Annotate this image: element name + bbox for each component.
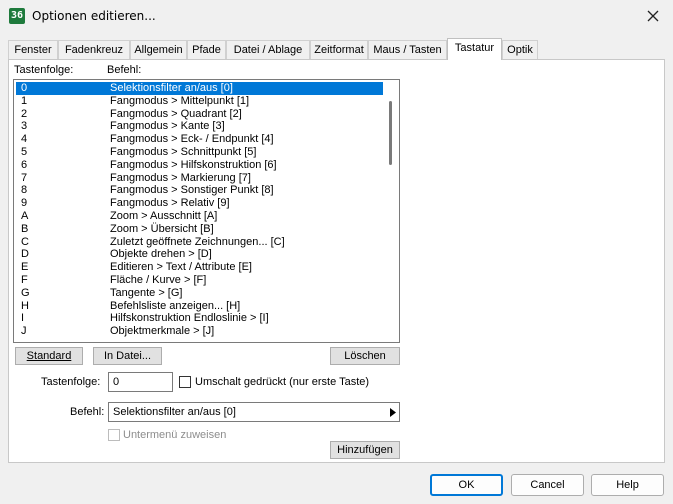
list-item[interactable]: C Zuletzt geöffnete Zeichnungen... [C] — [16, 236, 383, 249]
list-item-key: B — [21, 222, 29, 235]
list-item[interactable]: 8 Fangmodus > Sonstiger Punkt [8] — [16, 184, 383, 197]
shortcut-list[interactable]: 0 Selektionsfilter an/aus [0] 1 Fangmodus >… — [13, 79, 400, 343]
list-item-key: 0 — [21, 82, 28, 94]
list-item[interactable]: I Hilfskonstruktion Endloslinie > [I] — [16, 312, 383, 325]
list-item-command: Fangmodus > Schnittpunkt [5] — [110, 146, 257, 158]
ok-button[interactable]: OK — [430, 474, 503, 496]
list-item-key: G — [21, 286, 30, 299]
list-item-key: 1 — [21, 94, 28, 107]
list-item-command: Fangmodus > Sonstiger Punkt [8] — [110, 184, 274, 197]
list-item-key: 3 — [21, 120, 28, 133]
chevron-right-icon — [390, 408, 396, 417]
close-icon[interactable] — [643, 6, 663, 26]
tab-allgemein[interactable]: Allgemein — [130, 40, 187, 59]
untermenu-checkbox[interactable] — [108, 429, 120, 441]
list-item-command: Zoom > Übersicht [B] — [110, 222, 214, 235]
list-item[interactable]: 5 Fangmodus > Schnittpunkt [5] — [16, 146, 383, 159]
list-item-command: Fangmodus > Eck- / Endpunkt [4] — [110, 133, 274, 146]
list-item[interactable]: 3 Fangmodus > Kante [3] — [16, 120, 383, 133]
list-item-command: Zoom > Ausschnitt [A] — [110, 210, 218, 222]
tab-maus-tasten[interactable]: Maus / Tasten — [368, 40, 447, 59]
list-item[interactable]: F Fläche / Kurve > [F] — [16, 274, 383, 287]
untermenu-label: Untermenü zuweisen — [123, 429, 227, 441]
help-button[interactable]: Help — [591, 474, 664, 496]
umschalt-label: Umschalt gedrückt (nur erste Taste) — [195, 376, 370, 388]
tab-zeitformat[interactable]: Zeitformat — [310, 40, 368, 59]
list-item-key: F — [21, 274, 28, 286]
list-item[interactable]: J Objektmerkmale > [J] — [16, 325, 383, 338]
window-title: Optionen editieren... — [32, 9, 156, 23]
list-item-key: A — [21, 210, 29, 222]
list-item[interactable]: 0 Selektionsfilter an/aus [0] — [15, 81, 384, 96]
list-item-key: C — [21, 235, 29, 248]
list-item-key: E — [21, 261, 29, 274]
list-item-key: H — [21, 299, 29, 312]
app-icon: 36 — [9, 8, 25, 24]
title-bar: 36 Optionen editieren... — [0, 0, 673, 32]
list-item-key: 4 — [21, 133, 28, 146]
list-item[interactable]: D Objekte drehen > [D] — [16, 248, 383, 261]
list-item-command: Selektionsfilter an/aus [0] — [110, 82, 233, 94]
list-header-key: Tastenfolge: — [14, 64, 74, 76]
loeschen-button[interactable]: Löschen — [330, 347, 400, 365]
list-item-key: 2 — [21, 107, 28, 120]
list-item-command: Fangmodus > Relativ [9] — [110, 197, 230, 210]
tab-optik[interactable]: Optik — [502, 40, 538, 59]
list-item-command: Fangmodus > Mittelpunkt [1] — [110, 94, 250, 107]
tastenfolge-label: Tastenfolge: — [41, 376, 101, 388]
list-item-key: J — [21, 325, 27, 338]
list-item-command: Objekte drehen > [D] — [110, 248, 212, 261]
list-item[interactable]: G Tangente > [G] — [16, 287, 383, 300]
befehl-label: Befehl: — [70, 406, 105, 418]
list-item[interactable]: 9 Fangmodus > Relativ [9] — [16, 197, 383, 210]
list-item-command: Fangmodus > Hilfskonstruktion [6] — [110, 158, 277, 171]
hinzufuegen-button[interactable]: Hinzufügen — [330, 441, 400, 459]
list-item-key: I — [21, 312, 25, 325]
list-item[interactable]: 4 Fangmodus > Eck- / Endpunkt [4] — [16, 133, 383, 146]
standard-button[interactable]: Standard — [15, 347, 83, 365]
list-item-key: 8 — [21, 184, 28, 197]
list-item[interactable]: B Zoom > Übersicht [B] — [16, 223, 383, 236]
cancel-button[interactable]: Cancel — [511, 474, 584, 496]
list-item-command: Fangmodus > Kante [3] — [110, 120, 225, 133]
list-item[interactable]: A Zoom > Ausschnitt [A] — [16, 210, 383, 223]
list-item-command: Befehlsliste anzeigen... [H] — [110, 299, 241, 312]
list-item-key: 7 — [21, 171, 28, 184]
list-item[interactable]: 1 Fangmodus > Mittelpunkt [1] — [16, 95, 383, 108]
standard-label: Standard — [26, 350, 72, 362]
befehl-select[interactable]: Selektionsfilter an/aus [0] — [108, 402, 400, 422]
tab-datei-ablage[interactable]: Datei / Ablage — [226, 40, 310, 59]
list-header-command: Befehl: — [107, 64, 142, 76]
scrollbar-thumb[interactable] — [389, 101, 392, 165]
list-item-key: 5 — [21, 146, 28, 158]
tab-tastatur[interactable]: Tastatur — [447, 38, 502, 60]
tastenfolge-input[interactable]: 0 — [108, 372, 173, 392]
list-item-key: D — [21, 248, 29, 261]
list-item-command: Tangente > [G] — [110, 286, 183, 299]
list-item-command: Objektmerkmale > [J] — [110, 325, 215, 338]
list-item-command: Fangmodus > Markierung [7] — [110, 171, 251, 184]
list-item[interactable]: E Editieren > Text / Attribute [E] — [16, 261, 383, 274]
tab-pfade[interactable]: Pfade — [187, 40, 226, 59]
list-item-key: 6 — [21, 158, 28, 171]
list-scrollbar[interactable] — [384, 81, 398, 341]
list-item-key: 9 — [21, 197, 28, 210]
list-item[interactable]: 6 Fangmodus > Hilfskonstruktion [6] — [16, 159, 383, 172]
list-item-command: Fläche / Kurve > [F] — [110, 274, 207, 286]
list-item-command: Fangmodus > Quadrant [2] — [110, 107, 242, 120]
tab-fenster[interactable]: Fenster — [8, 40, 58, 59]
befehl-value: Selektionsfilter an/aus [0] — [113, 406, 236, 418]
tab-fadenkreuz[interactable]: Fadenkreuz — [58, 40, 130, 59]
list-item[interactable]: 2 Fangmodus > Quadrant [2] — [16, 108, 383, 121]
list-item-command: Zuletzt geöffnete Zeichnungen... [C] — [110, 235, 285, 248]
in-datei-button[interactable]: In Datei... — [93, 347, 162, 365]
list-item[interactable]: H Befehlsliste anzeigen... [H] — [16, 300, 383, 313]
list-item-command: Editieren > Text / Attribute [E] — [110, 261, 252, 274]
list-item[interactable]: 7 Fangmodus > Markierung [7] — [16, 172, 383, 185]
umschalt-checkbox[interactable] — [179, 376, 191, 388]
list-item-command: Hilfskonstruktion Endloslinie > [I] — [110, 312, 269, 325]
